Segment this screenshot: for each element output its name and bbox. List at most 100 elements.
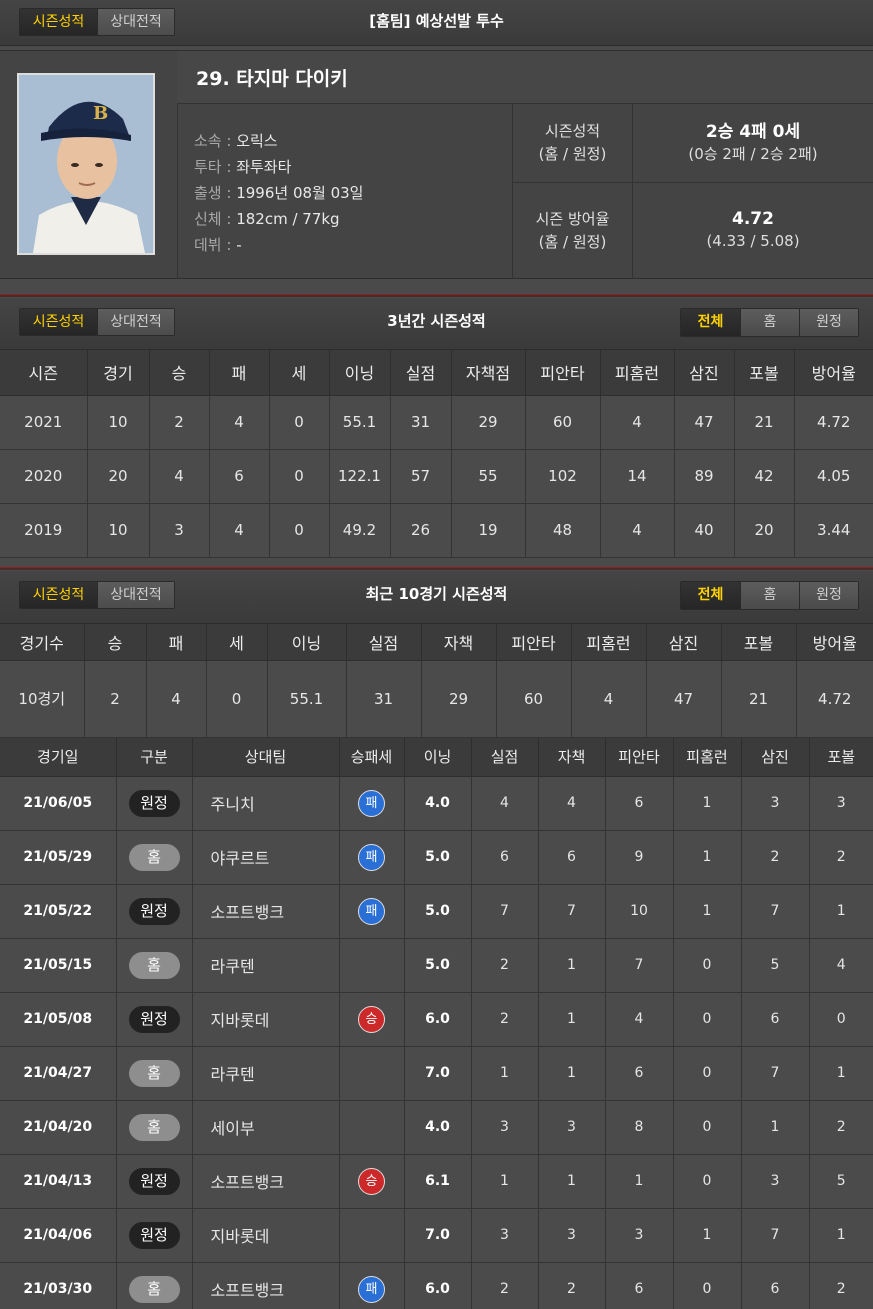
recent-summary-row: 10경기 2 4 0 55.1 31 29 60 4 47 21 4.72 [0,660,873,738]
filter-away[interactable]: 원정 [799,309,858,336]
table-cell: 57 [390,449,452,504]
table-cell: 89 [674,449,735,504]
table-cell: 4.72 [796,660,873,738]
info-birth: 출생 : 1996년 08월 03일 [194,184,364,202]
season-record-value: 2승 4패 0세 (0승 2패 / 2승 2패) [688,122,818,163]
game-venue: 원정 [116,776,193,831]
column-header: 피홈런 [600,350,675,396]
column-header: 자책 [421,624,497,661]
table-cell: 29 [421,660,497,738]
recent-section-header: 시즌성적 상대전적 최근 10경기 시즌성적 전체 홈 원정 [0,571,873,624]
game-date: 21/04/13 [0,1154,117,1209]
result-badge: 패 [358,897,385,925]
stat-cell: 4 [471,776,539,831]
player-info: 소속 : 오릭스 투타 : 좌투좌타 출생 : 1996년 08월 03일 신체… [194,128,364,258]
result-badge: 패 [358,789,385,817]
table-cell: 122.1 [329,449,391,504]
column-header: 피안타 [496,624,572,661]
game-result: 패 [339,830,405,885]
recent-summary-header: 경기수 승 패 세 이닝 실점 자책 피안타 피홈런 삼진 포볼 방어율 [0,624,873,661]
opponent-team: 주니치 [192,776,340,831]
table-cell: 3 [149,503,210,558]
stat-cell: 10 [605,884,674,939]
table-cell: 2019 [0,503,88,558]
column-header: 승 [149,350,210,396]
table-cell: 0 [269,503,330,558]
column-header: 포볼 [734,350,795,396]
filter-home[interactable]: 홈 [740,582,799,609]
venue-badge: 원정 [128,1167,180,1195]
innings: 5.0 [404,938,472,993]
venue-badge: 홈 [128,843,180,871]
stat-cell: 6 [538,830,606,885]
table-cell: 4 [600,503,675,558]
season-record-label: 시즌성적 (홈 / 원정) [538,122,607,163]
svg-text:B: B [93,103,108,124]
game-venue: 홈 [116,1262,193,1309]
game-date: 21/04/20 [0,1100,117,1155]
table-cell: 60 [525,395,601,450]
column-header: 삼진 [674,350,735,396]
table-cell: 4.72 [794,395,873,450]
venue-badge: 원정 [128,897,180,925]
game-venue: 원정 [116,992,193,1047]
filter-all[interactable]: 전체 [681,309,740,336]
column-header: 피안타 [605,738,674,777]
opponent-team: 소프트뱅크 [192,884,340,939]
venue-badge: 홈 [128,1059,180,1087]
column-header: 이닝 [329,350,391,396]
venue-badge: 홈 [128,1113,180,1141]
table-cell: 42 [734,449,795,504]
table-cell: 3.44 [794,503,873,558]
innings: 7.0 [404,1046,472,1101]
stat-cell: 1 [538,1154,606,1209]
stat-cell: 1 [471,1046,539,1101]
stat-cell: 3 [471,1208,539,1263]
column-header: 자책점 [451,350,526,396]
stat-cell: 1 [673,776,742,831]
stat-cell: 0 [809,992,873,1047]
stat-cell: 6 [605,776,674,831]
table-cell: 10 [87,503,150,558]
table-cell: 6 [209,449,270,504]
stat-cell: 2 [809,1100,873,1155]
stat-cell: 7 [538,884,606,939]
stat-cell: 3 [809,776,873,831]
stat-cell: 3 [538,1100,606,1155]
column-header: 자책 [538,738,606,777]
opponent-team: 세이부 [192,1100,340,1155]
filter-home[interactable]: 홈 [740,309,799,336]
opponent-team: 소프트뱅크 [192,1154,340,1209]
stat-cell: 1 [471,1154,539,1209]
stat-cell: 3 [741,776,810,831]
column-header: 시즌 [0,350,88,396]
table-cell: 20 [87,449,150,504]
game-row: 21/04/13 원정 소프트뱅크 승 6.1 1 1 1 0 3 5 [0,1154,873,1209]
column-header: 패 [146,624,207,661]
table-cell: 55.1 [329,395,391,450]
column-header: 방어율 [796,624,873,661]
column-header: 승패세 [339,738,405,777]
stat-cell: 6 [741,992,810,1047]
column-header: 피홈런 [673,738,742,777]
stat-cell: 0 [673,938,742,993]
innings: 4.0 [404,776,472,831]
filter-all[interactable]: 전체 [681,582,740,609]
filter-away[interactable]: 원정 [799,582,858,609]
opponent-team: 지바롯데 [192,992,340,1047]
stat-cell: 7 [741,1208,810,1263]
column-header: 이닝 [404,738,472,777]
game-result: 패 [339,1262,405,1309]
info-body: 신체 : 182cm / 77kg [194,210,340,228]
game-venue: 원정 [116,1208,193,1263]
player-name-bar: 29. 타지마 다이키 [177,51,873,104]
stat-cell: 1 [605,1154,674,1209]
game-result: 승 [339,1154,405,1209]
game-row: 21/05/08 원정 지바롯데 승 6.0 2 1 4 0 6 0 [0,992,873,1047]
game-result [339,1046,405,1101]
column-header: 구분 [116,738,193,777]
game-venue: 홈 [116,830,193,885]
game-row: 21/04/20 홈 세이부 4.0 3 3 8 0 1 2 [0,1100,873,1155]
column-header: 세 [206,624,268,661]
column-header: 이닝 [267,624,347,661]
